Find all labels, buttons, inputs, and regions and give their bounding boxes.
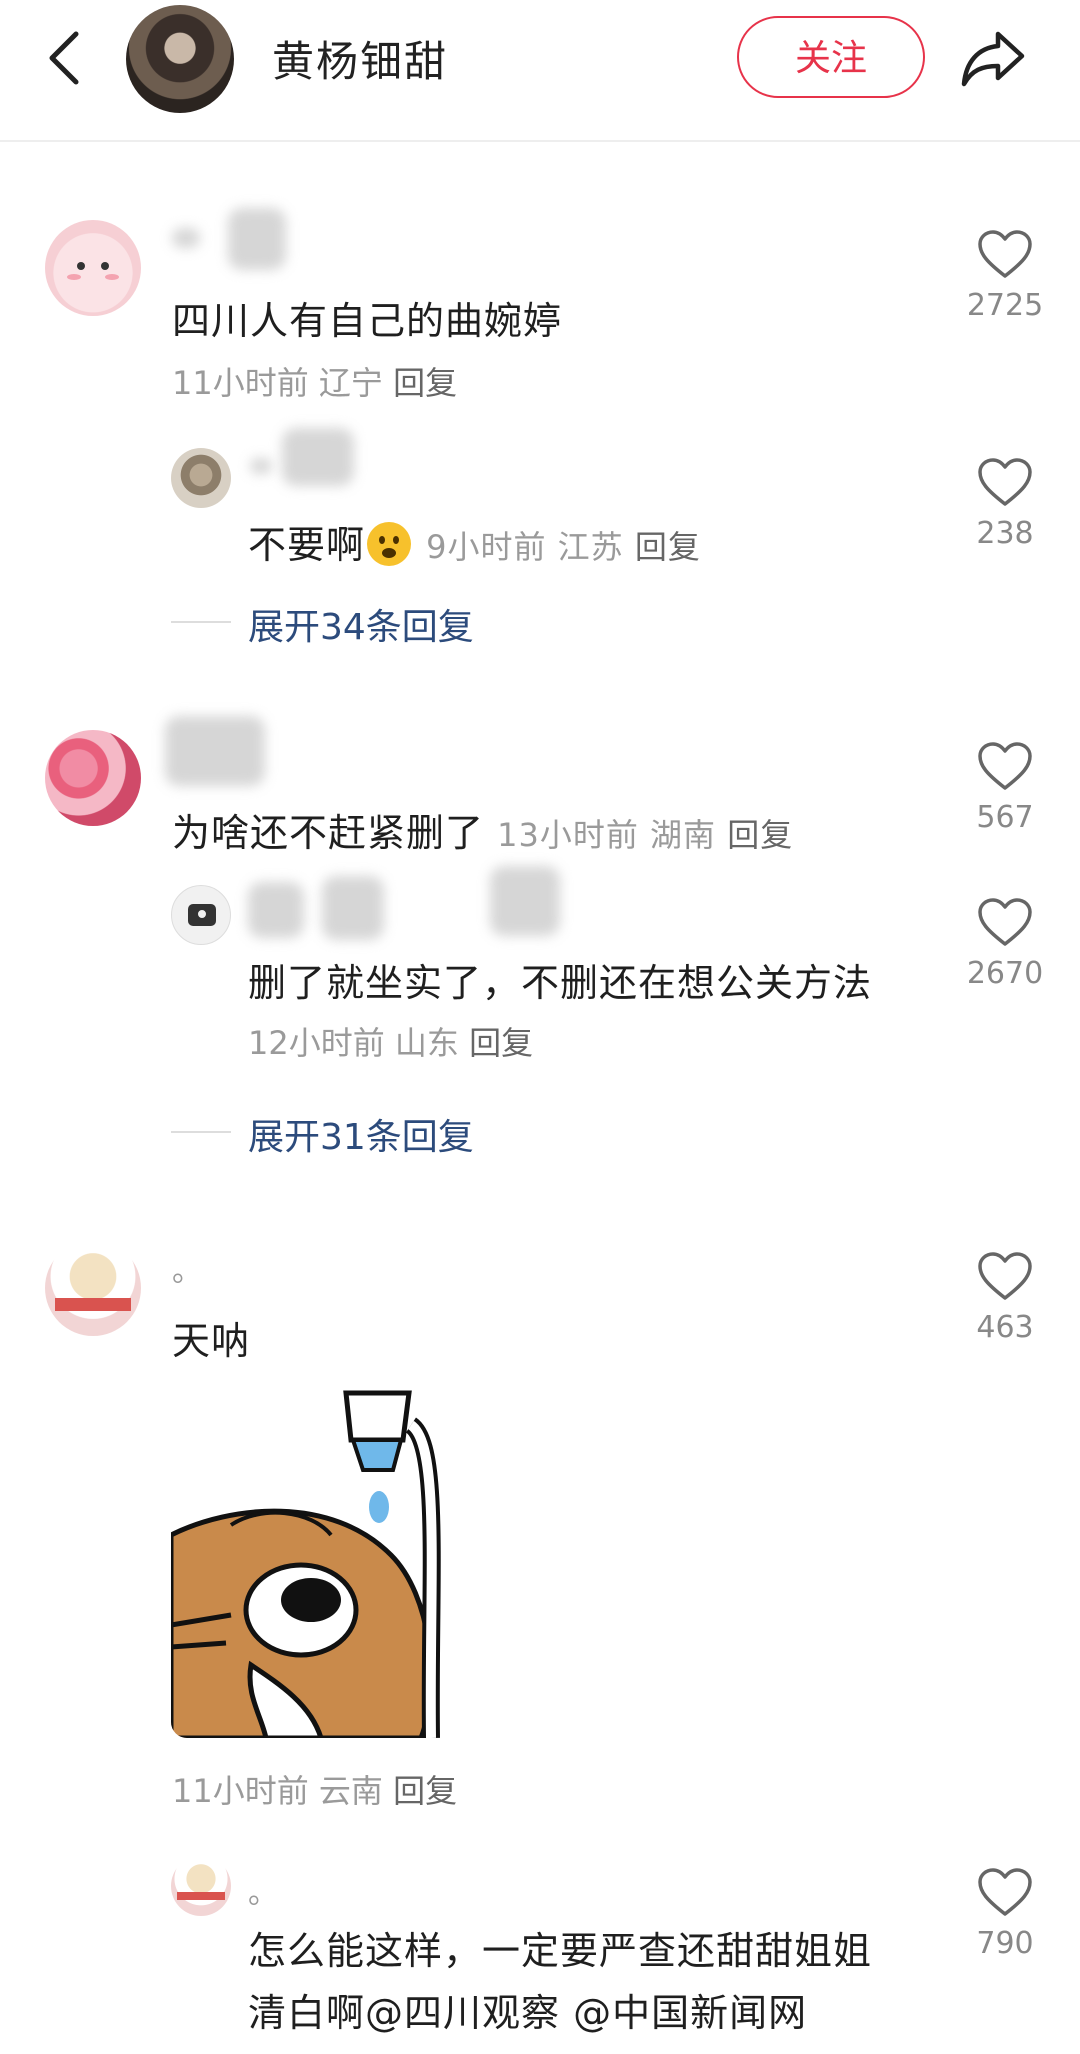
comment-text: 四川人有自己的曲婉婷: [172, 299, 563, 343]
comment-time: 13小时前: [497, 816, 639, 854]
heart-outline-icon: [978, 230, 1032, 278]
expand-replies-button[interactable]: 展开31条回复: [248, 1108, 474, 1160]
commenter-avatar[interactable]: [45, 730, 141, 826]
commenter-avatar[interactable]: [45, 1240, 141, 1336]
reply-avatar[interactable]: [171, 885, 231, 945]
like-button[interactable]: 2670: [955, 898, 1055, 991]
reply-meta: 12小时前 山东 回复: [248, 1018, 533, 1064]
reply-button[interactable]: 回复: [393, 1772, 457, 1810]
reply-button[interactable]: 回复: [469, 1024, 533, 1062]
comment-sticker-image[interactable]: [171, 1385, 489, 1738]
heart-outline-icon: [978, 742, 1032, 790]
like-count: 463: [976, 1310, 1034, 1345]
top-bar: 黄杨钿甜 关注: [0, 0, 1080, 142]
like-button[interactable]: 567: [955, 742, 1055, 835]
blurred-username: [250, 458, 272, 474]
comment-text: 天呐: [172, 1319, 251, 1363]
like-button[interactable]: 2725: [955, 230, 1055, 323]
like-count: 790: [976, 1926, 1034, 1961]
like-count: 2725: [966, 288, 1044, 323]
reply-avatar[interactable]: [171, 1856, 231, 1916]
divider: [171, 1131, 231, 1133]
chevron-left-icon: [49, 31, 79, 85]
reply-text: 不要啊: [248, 523, 366, 567]
heart-outline-icon: [978, 1868, 1032, 1916]
reply-region: 江苏: [557, 528, 624, 566]
reply-text: 删了就坐实了，不删还在想公关方法: [248, 961, 873, 1005]
comment-region: 辽宁: [318, 364, 383, 402]
reply-button[interactable]: 回复: [393, 364, 457, 402]
share-button[interactable]: [958, 26, 1028, 90]
comment-region: 云南: [318, 1772, 383, 1810]
author-name[interactable]: 黄杨钿甜: [272, 28, 448, 89]
blurred-username: [165, 716, 265, 786]
reply-region: 山东: [394, 1024, 459, 1062]
comment-text: 为啥还不赶紧删了: [172, 811, 485, 855]
blurred-username: [228, 208, 286, 270]
commenter-avatar[interactable]: [45, 220, 141, 316]
comment-meta: 11小时前 辽宁 回复: [172, 358, 457, 404]
reply-text-row: 不要啊 9小时前 江苏 回复: [248, 514, 701, 569]
blurred-username: [248, 882, 304, 938]
like-button[interactable]: 790: [955, 1868, 1055, 1961]
reply-button[interactable]: 回复: [635, 528, 701, 566]
like-count: 567: [976, 800, 1034, 835]
heart-outline-icon: [978, 1252, 1032, 1300]
heart-outline-icon: [978, 458, 1032, 506]
reply-avatar[interactable]: [171, 448, 231, 508]
blurred-username: [322, 876, 384, 940]
divider: [171, 621, 231, 623]
reply-author-name[interactable]: 。: [248, 1868, 278, 1912]
reply-time: 9小时前: [426, 528, 547, 566]
blurred-username: [490, 866, 560, 936]
like-count: 2670: [966, 956, 1044, 991]
like-button[interactable]: 238: [955, 458, 1055, 551]
reply-text-line-2: 清白啊@四川观察 @中国新闻网: [248, 1991, 808, 2035]
like-button[interactable]: 463: [955, 1252, 1055, 1345]
comment-text-row: 为啥还不赶紧删了 13小时前 湖南 回复: [172, 802, 793, 857]
eyedrop-dog-sticker: [171, 1385, 489, 1738]
reply-text-line-1: 怎么能这样，一定要严查还甜甜姐姐: [248, 1929, 873, 1973]
heart-outline-icon: [978, 898, 1032, 946]
back-button[interactable]: [38, 26, 98, 90]
follow-button[interactable]: 关注: [737, 16, 925, 98]
blurred-username: [282, 428, 354, 486]
expand-replies-button[interactable]: 展开34条回复: [248, 598, 474, 650]
commenter-name[interactable]: 。: [172, 1246, 202, 1290]
reply-time: 12小时前: [248, 1024, 385, 1062]
share-arrow-icon: [961, 31, 1025, 87]
comment-time: 11小时前: [172, 364, 309, 402]
like-count: 238: [976, 516, 1034, 551]
author-avatar[interactable]: [126, 5, 234, 113]
comment-meta: 11小时前 云南 回复: [172, 1766, 457, 1812]
comment-time: 11小时前: [172, 1772, 309, 1810]
comment-region: 湖南: [650, 816, 717, 854]
frowning-face-emoji: [367, 522, 412, 566]
reply-button[interactable]: 回复: [727, 816, 793, 854]
blurred-username: [172, 228, 200, 248]
